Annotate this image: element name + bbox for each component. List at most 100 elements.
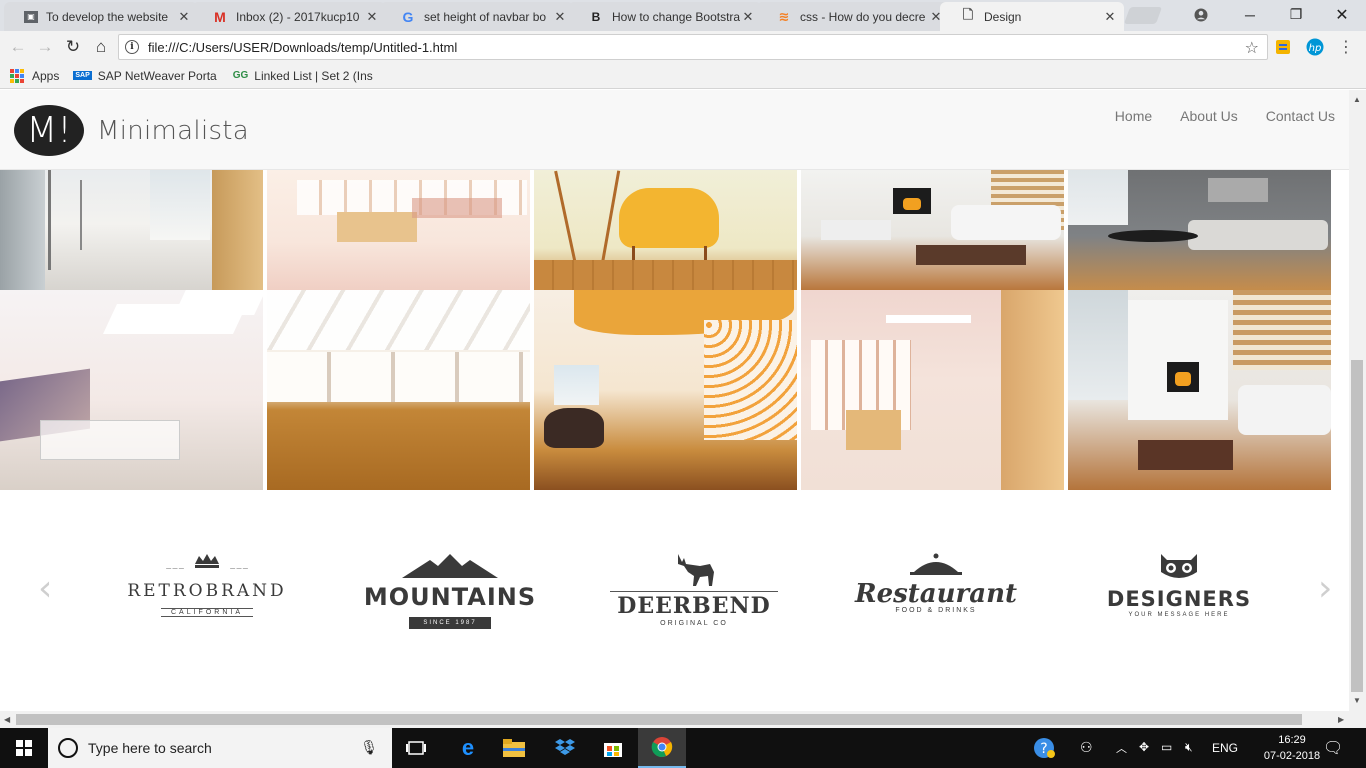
close-icon[interactable]: ✕ [552, 9, 568, 25]
extension-shield-icon[interactable] [1273, 37, 1293, 57]
brand-logo-retrobrand[interactable]: — — — — — — RETROBRAND CALIFORNIA [117, 550, 297, 650]
horizontal-scroll-thumb[interactable] [16, 714, 1302, 725]
gallery-photo[interactable] [534, 290, 797, 490]
close-icon[interactable]: ✕ [1102, 9, 1118, 25]
bookmark-sap[interactable]: SAP SAP NetWeaver Porta [73, 69, 217, 83]
brand-tagline: YOUR MESSAGE HERE [1128, 612, 1230, 618]
close-icon[interactable]: ✕ [176, 9, 192, 25]
brand-tagline: SINCE 1987 [409, 617, 491, 629]
dropbox-tray-icon[interactable]: ✥ [1139, 740, 1149, 754]
menu-kebab-icon[interactable]: ⋮ [1336, 37, 1356, 57]
restore-button[interactable]: ❐ [1273, 0, 1319, 29]
tab-inbox[interactable]: M Inbox (2) - 2017kucp10 ✕ [192, 2, 386, 31]
tab-title: set height of navbar bo [424, 9, 547, 24]
people-icon[interactable]: ⚇ [1080, 739, 1093, 756]
chevron-right-icon[interactable]: › [1318, 568, 1332, 609]
back-arrow-icon[interactable]: ← [6, 36, 30, 58]
tab-design[interactable]: 🗋 Design ✕ [940, 2, 1124, 31]
close-icon[interactable]: ✕ [364, 9, 380, 25]
gallery-photo[interactable] [1068, 170, 1331, 290]
tab-to-develop[interactable]: ▣ To develop the website ✕ [4, 2, 198, 31]
chrome-icon[interactable] [638, 728, 686, 768]
page-icon: 🗋 [962, 6, 974, 22]
chevron-left-icon[interactable]: ‹ [38, 568, 52, 609]
scroll-right-arrow-icon[interactable]: ▶ [1338, 715, 1344, 724]
tab-bootstrap[interactable]: B How to change Bootstra ✕ [568, 2, 762, 31]
close-window-button[interactable]: ✕ [1319, 0, 1365, 29]
bookmark-label: Apps [32, 68, 60, 83]
nav-contact-link[interactable]: Contact Us [1252, 108, 1349, 124]
microphone-icon[interactable]: 🎙 [360, 739, 378, 756]
gallery-photo[interactable] [267, 290, 530, 490]
taskbar-clock[interactable]: 16:29 07-02-2018 [1262, 732, 1322, 764]
clock-date: 07-02-2018 [1263, 750, 1321, 762]
gallery-photo[interactable] [534, 170, 797, 290]
network-icon[interactable]: ▭ [1161, 740, 1172, 754]
notifications-icon[interactable]: 🗨︎ [1323, 738, 1343, 758]
scroll-up-arrow-icon[interactable]: ▲ [1353, 95, 1361, 104]
store-icon[interactable] [589, 728, 637, 768]
page-icon: ▣ [24, 10, 38, 23]
dropbox-icon[interactable] [541, 728, 589, 768]
site-logo-mark[interactable]: M! [14, 105, 84, 156]
site-nav-links: Home About Us Contact Us [1101, 108, 1349, 124]
tab-title: How to change Bootstra [612, 9, 740, 24]
home-icon[interactable]: ⌂ [89, 36, 113, 58]
task-view-icon[interactable] [392, 728, 440, 768]
tab-css-question[interactable]: ≋ css - How do you decre ✕ [756, 2, 950, 31]
gallery-photo[interactable] [0, 170, 263, 290]
scroll-down-arrow-icon[interactable]: ▼ [1353, 696, 1361, 705]
profile-icon[interactable] [1178, 0, 1224, 29]
volume-muted-icon[interactable]: 🔇︎ [1185, 740, 1193, 755]
file-explorer-icon[interactable] [490, 728, 538, 768]
start-button[interactable] [0, 728, 48, 768]
brand-logo-mountains[interactable]: MOUNTAINS SINCE 1987 [360, 550, 540, 650]
bookmark-apps[interactable]: Apps [10, 68, 60, 83]
brand-logo-designers[interactable]: DESIGNERS YOUR MESSAGE HERE [1089, 550, 1269, 650]
brand-name: RETROBRAND [127, 581, 287, 601]
close-icon[interactable]: ✕ [740, 9, 756, 25]
tab-navbar-height[interactable]: G set height of navbar bo ✕ [380, 2, 574, 31]
gallery-photo[interactable] [0, 290, 263, 490]
tab-title: To develop the website [46, 9, 169, 24]
hp-icon[interactable]: hp [1305, 37, 1325, 57]
edge-browser-icon[interactable]: e [444, 728, 492, 768]
address-bar[interactable]: i file:///C:/Users/USER/Downloads/temp/U… [118, 34, 1268, 60]
stackoverflow-icon: ≋ [778, 8, 790, 24]
browser-toolbar: ← → ↻ ⌂ i file:///C:/Users/USER/Download… [0, 31, 1366, 63]
brand-logo-restaurant[interactable]: Restaurant FOOD & DRINKS [846, 550, 1026, 650]
scroll-left-arrow-icon[interactable]: ◀ [4, 715, 10, 724]
vertical-scroll-thumb[interactable] [1351, 360, 1363, 692]
gallery-photo[interactable] [801, 170, 1064, 290]
gallery-photo[interactable] [1068, 290, 1331, 490]
language-indicator[interactable]: ENG [1212, 741, 1238, 755]
owl-icon [1161, 554, 1197, 578]
brand-name: MOUNTAINS [363, 583, 537, 611]
bookmark-star-icon[interactable]: ☆ [1245, 38, 1259, 58]
address-text[interactable]: file:///C:/Users/USER/Downloads/temp/Unt… [148, 40, 457, 55]
reload-icon[interactable]: ↻ [61, 36, 85, 58]
gallery-photo[interactable] [801, 290, 1064, 490]
nav-home-link[interactable]: Home [1101, 108, 1166, 124]
apps-icon [10, 68, 24, 83]
site-brand-name[interactable]: Minimalista [97, 116, 249, 146]
forward-arrow-icon[interactable]: → [33, 36, 57, 58]
brand-logo-deerbend[interactable]: DEERBEND ORIGINAL CO [604, 550, 784, 650]
bookmark-linked-list[interactable]: GG Linked List | Set 2 (Ins [233, 69, 373, 83]
help-icon[interactable]: ? [1033, 737, 1055, 762]
tab-title: css - How do you decre [800, 9, 926, 24]
horizontal-scrollbar[interactable]: ◀ ▶ [0, 711, 1366, 728]
taskbar-search-box[interactable]: Type here to search 🎙 [48, 728, 392, 768]
new-tab-button[interactable] [1123, 7, 1163, 24]
info-icon[interactable]: i [125, 40, 139, 54]
gallery-photo[interactable] [267, 170, 530, 290]
mountain-icon [402, 554, 498, 578]
cortana-icon [58, 738, 78, 758]
search-placeholder[interactable]: Type here to search [88, 740, 212, 756]
vertical-scrollbar[interactable]: ▲ ▼ [1349, 90, 1366, 711]
nav-about-link[interactable]: About Us [1166, 108, 1252, 124]
chevron-up-icon[interactable]: ︿ [1116, 740, 1127, 756]
tab-title: Design [984, 9, 1022, 24]
svg-text:— — —: — — — [166, 566, 184, 572]
minimize-button[interactable]: ─ [1227, 0, 1273, 29]
